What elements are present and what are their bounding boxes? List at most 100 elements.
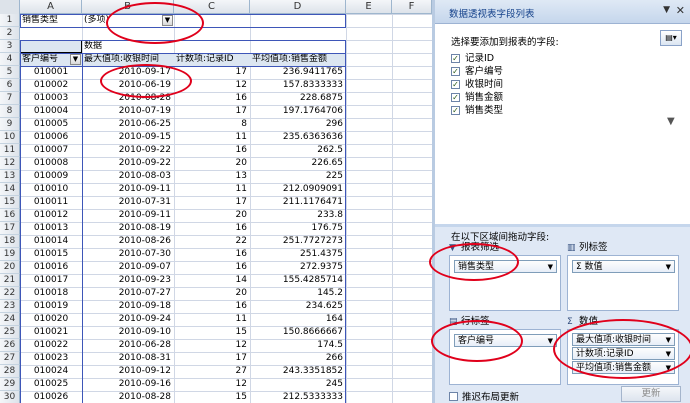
row-header[interactable]: 21 bbox=[0, 274, 20, 287]
row-header[interactable]: 25 bbox=[0, 326, 20, 339]
row-header[interactable]: 24 bbox=[0, 313, 20, 326]
column-header-d[interactable]: D bbox=[250, 0, 346, 14]
field-item[interactable]: ✓ 收银时间 bbox=[451, 78, 661, 91]
select-all-corner[interactable] bbox=[0, 0, 20, 14]
field-item[interactable]: ✓ 销售类型 bbox=[451, 104, 661, 117]
row-header[interactable]: 9 bbox=[0, 118, 20, 131]
field-label: 销售类型 bbox=[465, 105, 504, 116]
values-pill-avg-amount[interactable]: 平均值项:销售金额 ▼ bbox=[572, 361, 675, 374]
column-labels-area[interactable]: Σ 数值 ▼ bbox=[567, 255, 679, 311]
field-section: 选择要添加到报表的字段: ▤▾ ✓ 记录ID ✓ 客户编号 ✓ 收银时间 ✓ 销售金额 ✓ 销售类… bbox=[435, 24, 690, 224]
row-header[interactable]: 10 bbox=[0, 131, 20, 144]
defer-update-label: 推迟布局更新 bbox=[462, 392, 520, 403]
row-header[interactable]: 12 bbox=[0, 157, 20, 170]
values-pill-max-time[interactable]: 最大值项:收银时间 ▼ bbox=[572, 333, 675, 346]
values-label: Σ 数值 bbox=[567, 315, 598, 329]
pane-title: 数据透视表字段列表 bbox=[449, 9, 535, 20]
pivot-column-divider bbox=[82, 53, 83, 403]
defer-update-checkbox[interactable]: 推迟布局更新 bbox=[449, 389, 519, 403]
row-header[interactable]: 6 bbox=[0, 79, 20, 92]
chevron-down-icon[interactable]: ▼ bbox=[548, 261, 553, 273]
checkbox-checked-icon[interactable]: ✓ bbox=[451, 67, 460, 76]
column-header-b[interactable]: B bbox=[82, 0, 174, 14]
gridline bbox=[346, 14, 347, 403]
column-header-e[interactable]: E bbox=[346, 0, 392, 14]
column-labels-text: 列标签 bbox=[579, 242, 608, 253]
row-labels-area[interactable]: 客户编号 ▼ bbox=[449, 329, 561, 385]
row-labels-label: ▤ 行标签 bbox=[449, 315, 490, 329]
chevron-down-icon[interactable]: ▼ bbox=[666, 362, 671, 374]
row-header[interactable]: 13 bbox=[0, 170, 20, 183]
pivot-field-list-pane: 数据透视表字段列表 ▼ ✕ 选择要添加到报表的字段: ▤▾ ✓ 记录ID ✓ 客户编号… bbox=[429, 0, 690, 403]
row-header[interactable]: 4 bbox=[0, 53, 20, 66]
filter-area-border bbox=[20, 14, 346, 28]
row-header[interactable]: 22 bbox=[0, 287, 20, 300]
row-header[interactable]: 17 bbox=[0, 222, 20, 235]
checkbox-checked-icon[interactable]: ✓ bbox=[451, 80, 460, 89]
row-header[interactable]: 15 bbox=[0, 196, 20, 209]
report-filter-text: 报表筛选 bbox=[461, 242, 500, 253]
checkbox-checked-icon[interactable]: ✓ bbox=[451, 54, 460, 63]
row-header[interactable]: 3 bbox=[0, 40, 20, 53]
row-header[interactable]: 28 bbox=[0, 365, 20, 378]
worksheet[interactable]: A B C D E F 1 2 3 4 5 6 7 8 9 10 11 12 13 14 15 16 17 18 1… bbox=[0, 0, 432, 403]
row-header[interactable]: 23 bbox=[0, 300, 20, 313]
chevron-down-icon[interactable]: ▼ bbox=[666, 334, 671, 346]
areas-section: 在以下区域间拖动字段: ▼ 报表筛选 销售类型 ▼ ▥ 列标签 Σ 数值 ▼ ▤ 行标签 … bbox=[429, 227, 690, 403]
row-header[interactable]: 29 bbox=[0, 378, 20, 391]
column-header-a[interactable]: A bbox=[20, 0, 82, 14]
field-item[interactable]: ✓ 客户编号 bbox=[451, 65, 661, 78]
pivot-header-border bbox=[20, 53, 346, 67]
row-header[interactable]: 14 bbox=[0, 183, 20, 196]
row-header[interactable]: 5 bbox=[0, 66, 20, 79]
row-header[interactable]: 7 bbox=[0, 92, 20, 105]
field-label: 客户编号 bbox=[465, 66, 504, 77]
report-filter-area[interactable]: 销售类型 ▼ bbox=[449, 255, 561, 311]
row-header[interactable]: 11 bbox=[0, 144, 20, 157]
pivot-table-border bbox=[20, 40, 346, 403]
row-header[interactable]: 18 bbox=[0, 235, 20, 248]
field-label: 记录ID bbox=[465, 53, 495, 64]
values-pill-count-id[interactable]: 计数项:记录ID ▼ bbox=[572, 347, 675, 360]
report-filter-label: ▼ 报表筛选 bbox=[449, 241, 499, 255]
chevron-down-icon[interactable]: ▼ bbox=[548, 335, 553, 347]
chevron-down-icon[interactable]: ▼ bbox=[666, 348, 671, 360]
row-header[interactable]: 30 bbox=[0, 391, 20, 403]
row-header[interactable]: 26 bbox=[0, 339, 20, 352]
pane-title-bar[interactable]: 数据透视表字段列表 ▼ ✕ bbox=[435, 0, 690, 24]
column-header-bar: A B C D E F bbox=[0, 0, 432, 14]
pane-menu-dropdown-icon[interactable]: ▼ bbox=[663, 5, 670, 15]
row-header[interactable]: 16 bbox=[0, 209, 20, 222]
row-header[interactable]: 20 bbox=[0, 261, 20, 274]
field-label: 销售金额 bbox=[465, 92, 504, 103]
filter-area-icon: ▼ bbox=[449, 243, 456, 253]
rows-icon: ▤ bbox=[449, 317, 458, 327]
layout-options-icon[interactable]: ▤▾ bbox=[660, 30, 682, 46]
row-header[interactable]: 27 bbox=[0, 352, 20, 365]
values-text: 数值 bbox=[579, 316, 599, 327]
column-labels-pill[interactable]: Σ 数值 ▼ bbox=[572, 260, 675, 273]
column-header-f[interactable]: F bbox=[392, 0, 432, 14]
checkbox-icon[interactable] bbox=[449, 392, 458, 401]
row-labels-text: 行标签 bbox=[461, 316, 490, 327]
filter-icon: ▼ bbox=[667, 116, 675, 127]
columns-icon: ▥ bbox=[567, 243, 576, 253]
row-header[interactable]: 2 bbox=[0, 27, 20, 40]
row-header[interactable]: 8 bbox=[0, 105, 20, 118]
row-header[interactable]: 1 bbox=[0, 14, 20, 27]
gridline bbox=[392, 14, 393, 403]
report-filter-pill[interactable]: 销售类型 ▼ bbox=[454, 260, 557, 273]
update-button[interactable]: 更新 bbox=[621, 386, 681, 402]
checkbox-checked-icon[interactable]: ✓ bbox=[451, 106, 460, 115]
column-labels-label: ▥ 列标签 bbox=[567, 241, 608, 255]
values-area[interactable]: 最大值项:收银时间 ▼ 计数项:记录ID ▼ 平均值项:销售金额 ▼ bbox=[567, 329, 679, 385]
column-header-c[interactable]: C bbox=[174, 0, 250, 14]
field-item[interactable]: ✓ 记录ID bbox=[451, 52, 661, 65]
chevron-down-icon[interactable]: ▼ bbox=[666, 261, 671, 273]
pill-label: 客户编号 bbox=[458, 336, 495, 346]
close-icon[interactable]: ✕ bbox=[676, 4, 685, 17]
field-item[interactable]: ✓ 销售金额 bbox=[451, 91, 661, 104]
checkbox-checked-icon[interactable]: ✓ bbox=[451, 93, 460, 102]
row-header[interactable]: 19 bbox=[0, 248, 20, 261]
row-labels-pill[interactable]: 客户编号 ▼ bbox=[454, 334, 557, 347]
